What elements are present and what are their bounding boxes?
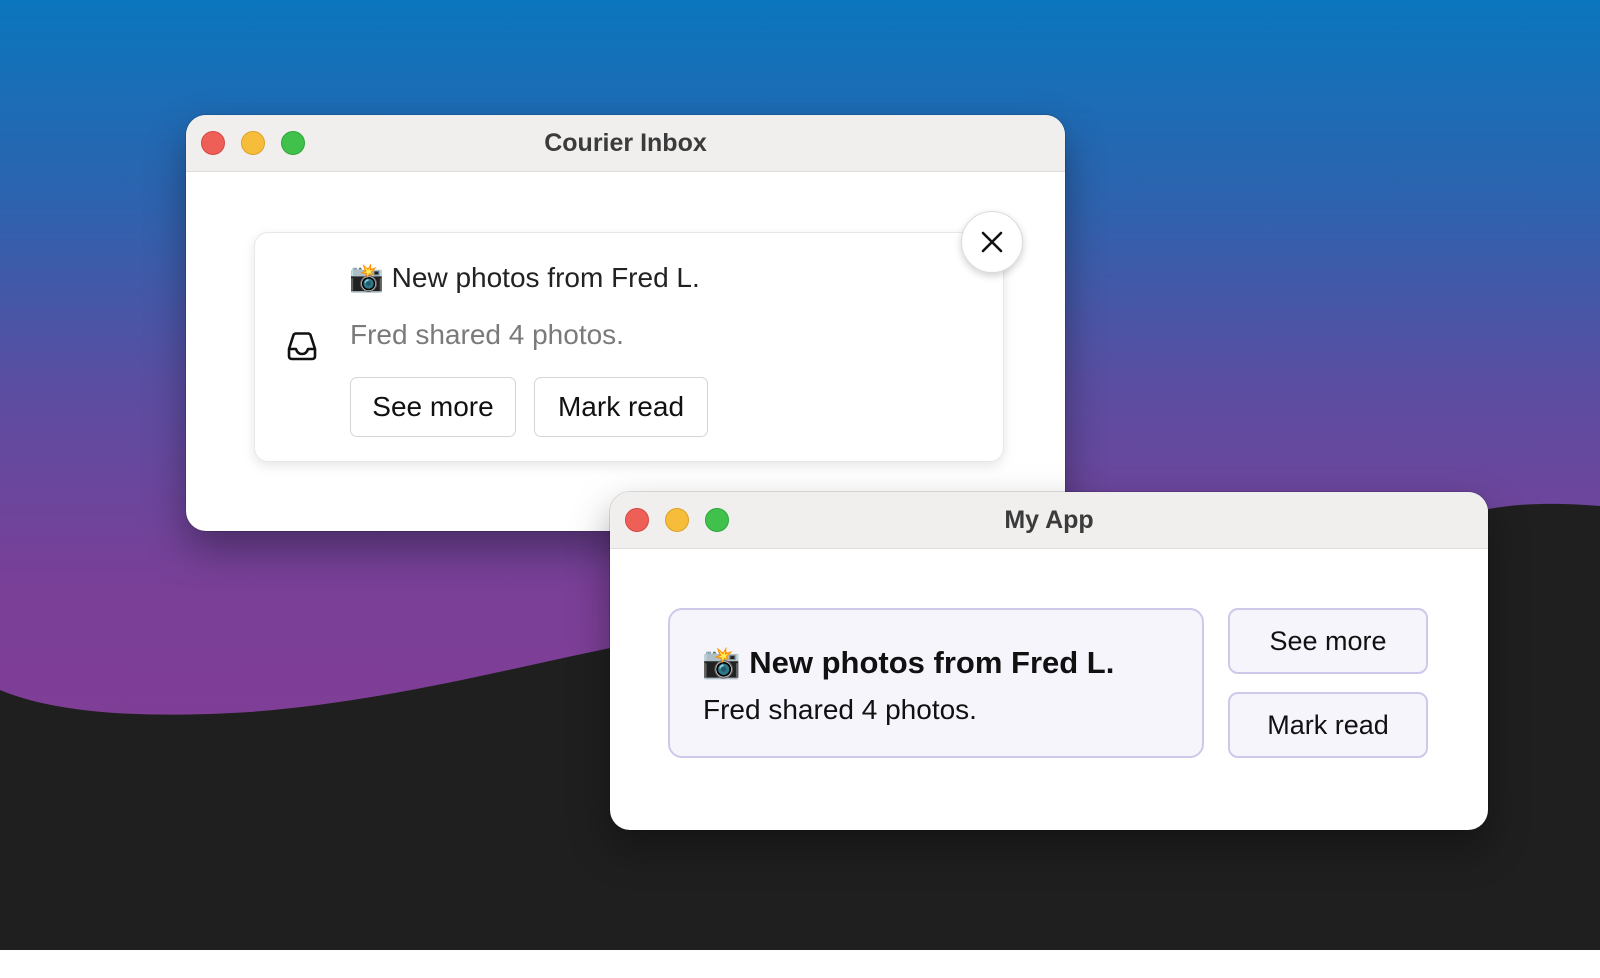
inbox-titlebar[interactable]: Courier Inbox (186, 115, 1065, 172)
dismiss-message-button[interactable] (961, 211, 1023, 273)
window-title: Courier Inbox (544, 128, 707, 157)
zoom-window-button[interactable] (705, 508, 729, 532)
window-title: My App (1004, 505, 1094, 534)
see-more-button[interactable]: See more (350, 377, 516, 437)
inbox-tray-icon (287, 332, 317, 361)
message-body: Fred shared 4 photos. (350, 319, 624, 350)
mark-read-button[interactable]: Mark read (1228, 692, 1428, 758)
camera-flash-icon: 📸 (349, 262, 384, 293)
close-window-button[interactable] (201, 131, 225, 155)
camera-flash-icon: 📸 (702, 645, 741, 680)
my-app-window: My App 📸 New photos from Fred L. Fred sh… (610, 492, 1488, 830)
app-titlebar[interactable]: My App (610, 492, 1488, 549)
inbox-message-card[interactable]: 📸 New photos from Fred L. Fred shared 4 … (254, 232, 1004, 462)
minimize-window-button[interactable] (241, 131, 265, 155)
close-icon (981, 231, 1003, 253)
courier-inbox-window: Courier Inbox 📸 New photos from Fred L. … (186, 115, 1065, 531)
zoom-window-button[interactable] (281, 131, 305, 155)
close-window-button[interactable] (625, 508, 649, 532)
message-body: Fred shared 4 photos. (703, 694, 977, 725)
window-controls (625, 508, 729, 532)
minimize-window-button[interactable] (665, 508, 689, 532)
mark-read-button[interactable]: Mark read (534, 377, 708, 437)
app-message-card[interactable]: 📸 New photos from Fred L. Fred shared 4 … (668, 608, 1204, 758)
see-more-button[interactable]: See more (1228, 608, 1428, 674)
message-title: 📸 New photos from Fred L. (349, 262, 700, 293)
message-title: 📸 New photos from Fred L. (702, 645, 1115, 680)
window-controls (201, 131, 305, 155)
